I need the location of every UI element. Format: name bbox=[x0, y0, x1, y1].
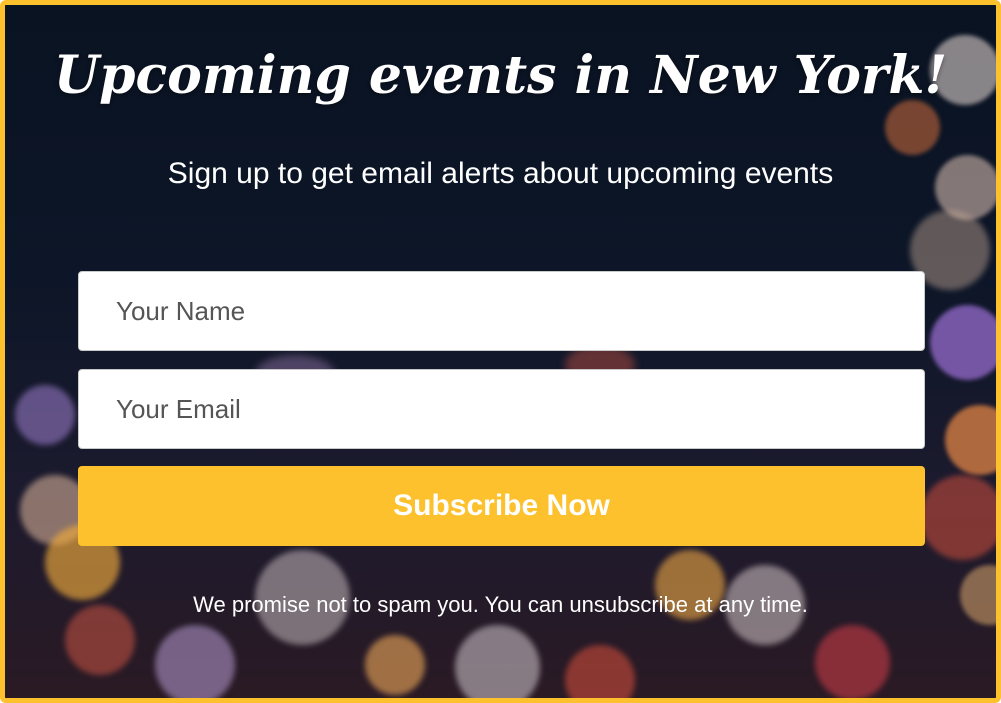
subtitle: Sign up to get email alerts about upcomi… bbox=[167, 157, 834, 190]
name-input[interactable] bbox=[78, 271, 925, 351]
email-input[interactable] bbox=[78, 369, 925, 449]
signup-content: Upcoming events in New York! Sign up to … bbox=[5, 5, 996, 698]
page-title: Upcoming events in New York! bbox=[53, 45, 948, 106]
disclaimer-text: We promise not to spam you. You can unsu… bbox=[193, 592, 808, 617]
subscribe-button[interactable]: Subscribe Now bbox=[78, 466, 925, 546]
signup-card: Upcoming events in New York! Sign up to … bbox=[0, 0, 1001, 703]
